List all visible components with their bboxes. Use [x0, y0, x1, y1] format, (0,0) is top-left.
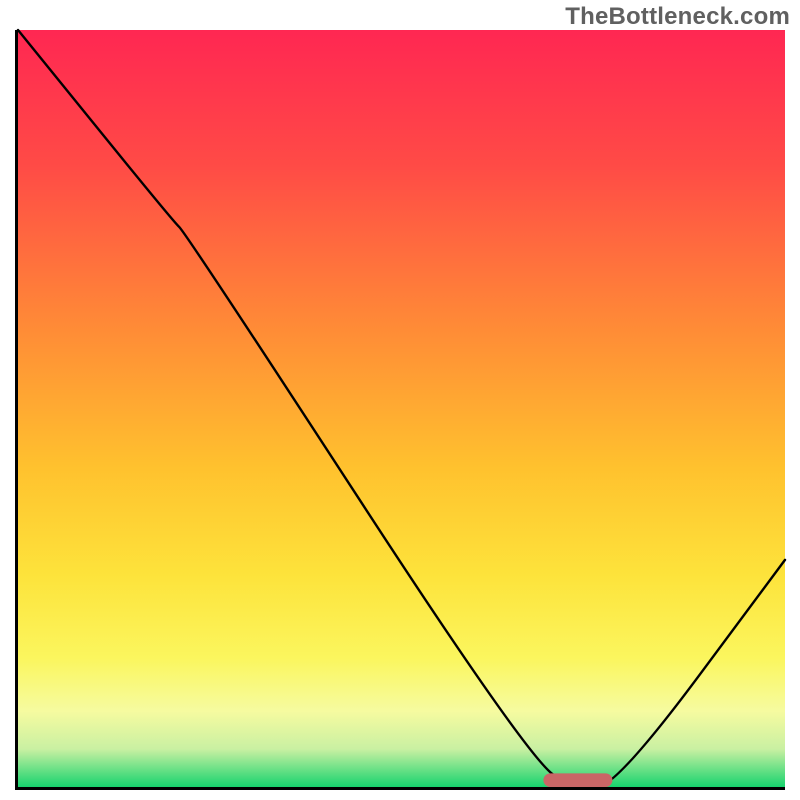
curve-layer [18, 30, 785, 787]
plot-area [15, 30, 785, 790]
chart-stage: TheBottleneck.com [0, 0, 800, 800]
bottleneck-curve [18, 30, 785, 787]
watermark-text: TheBottleneck.com [565, 3, 790, 31]
sweet-spot-marker [543, 773, 612, 787]
